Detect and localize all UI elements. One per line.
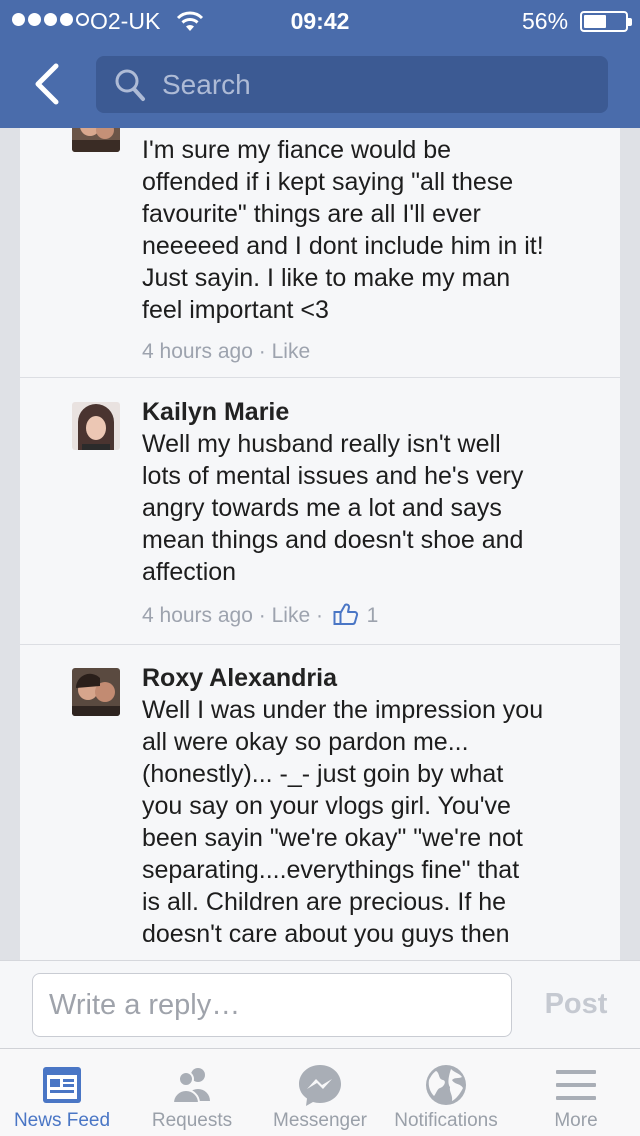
comment-time: 4 hours ago <box>142 340 253 363</box>
comment-item: Kailyn Marie Well my husband really isn'… <box>20 378 620 645</box>
tab-more[interactable]: More <box>514 1049 638 1136</box>
battery-level <box>584 15 606 28</box>
tab-label: Messenger <box>273 1110 367 1131</box>
comment-content: I'm sure my fiance would be offended if … <box>142 134 612 364</box>
battery-icon <box>580 11 632 32</box>
like-link[interactable]: Like <box>272 340 311 363</box>
like-link[interactable]: Like <box>272 604 311 627</box>
tab-label: Notifications <box>394 1110 498 1131</box>
top-bar: O2-UK 09:42 56% Search <box>0 0 640 128</box>
like-count: 1 <box>366 604 379 627</box>
chevron-left-icon[interactable] <box>30 62 70 106</box>
comment-item: I'm sure my fiance would be offended if … <box>20 128 620 378</box>
tab-messenger[interactable]: Messenger <box>258 1049 382 1136</box>
reply-bar: Write a reply… Post <box>0 960 640 1048</box>
tab-bar: News Feed Requests Messenger Notificatio… <box>0 1048 640 1136</box>
avatar[interactable] <box>72 402 120 450</box>
globe-icon <box>426 1065 466 1105</box>
battery-percent: 56% <box>522 8 569 34</box>
comment-item: Roxy Alexandria Well I was under the imp… <box>20 645 620 960</box>
tab-notifications[interactable]: Notifications <box>384 1049 508 1136</box>
avatar[interactable] <box>72 668 120 716</box>
reply-input[interactable]: Write a reply… <box>32 973 512 1037</box>
reply-placeholder: Write a reply… <box>49 989 241 1021</box>
comment-meta: 4 hours ago · Like · 1 <box>142 603 379 627</box>
commenter-name[interactable]: Kailyn Marie <box>142 396 612 428</box>
comment-meta: 4 hours ago · Like <box>142 340 311 363</box>
menu-icon <box>556 1070 596 1100</box>
comment-body: Well my husband really isn't well lots o… <box>142 430 524 586</box>
profile-photo <box>72 128 120 152</box>
tab-label: Requests <box>151 1110 233 1131</box>
search-placeholder: Search <box>162 69 251 100</box>
tab-label: News Feed <box>13 1110 111 1131</box>
comment-thread: I'm sure my fiance would be offended if … <box>20 128 620 960</box>
search-icon <box>115 69 145 101</box>
comment-body: I'm sure my fiance would be offended if … <box>142 136 544 324</box>
thumbs-up-icon <box>333 603 358 625</box>
search-bar[interactable]: Search <box>96 56 608 113</box>
comment-content: Roxy Alexandria Well I was under the imp… <box>142 662 612 950</box>
avatar[interactable] <box>72 128 120 152</box>
profile-photo <box>72 668 120 716</box>
friend-requests-icon <box>171 1068 210 1104</box>
status-bar: O2-UK 09:42 56% <box>0 0 640 40</box>
commenter-name[interactable]: Roxy Alexandria <box>142 662 612 694</box>
tab-label: More <box>554 1110 598 1131</box>
news-feed-icon <box>43 1067 81 1103</box>
tab-requests[interactable]: Requests <box>130 1049 254 1136</box>
profile-photo <box>72 402 120 450</box>
comment-body: Well I was under the impression you all … <box>142 696 544 948</box>
post-button[interactable]: Post <box>530 988 622 1021</box>
tab-news-feed[interactable]: News Feed <box>0 1049 124 1136</box>
messenger-icon <box>299 1065 341 1106</box>
comment-content: Kailyn Marie Well my husband really isn'… <box>142 396 612 628</box>
comment-time: 4 hours ago <box>142 604 253 627</box>
